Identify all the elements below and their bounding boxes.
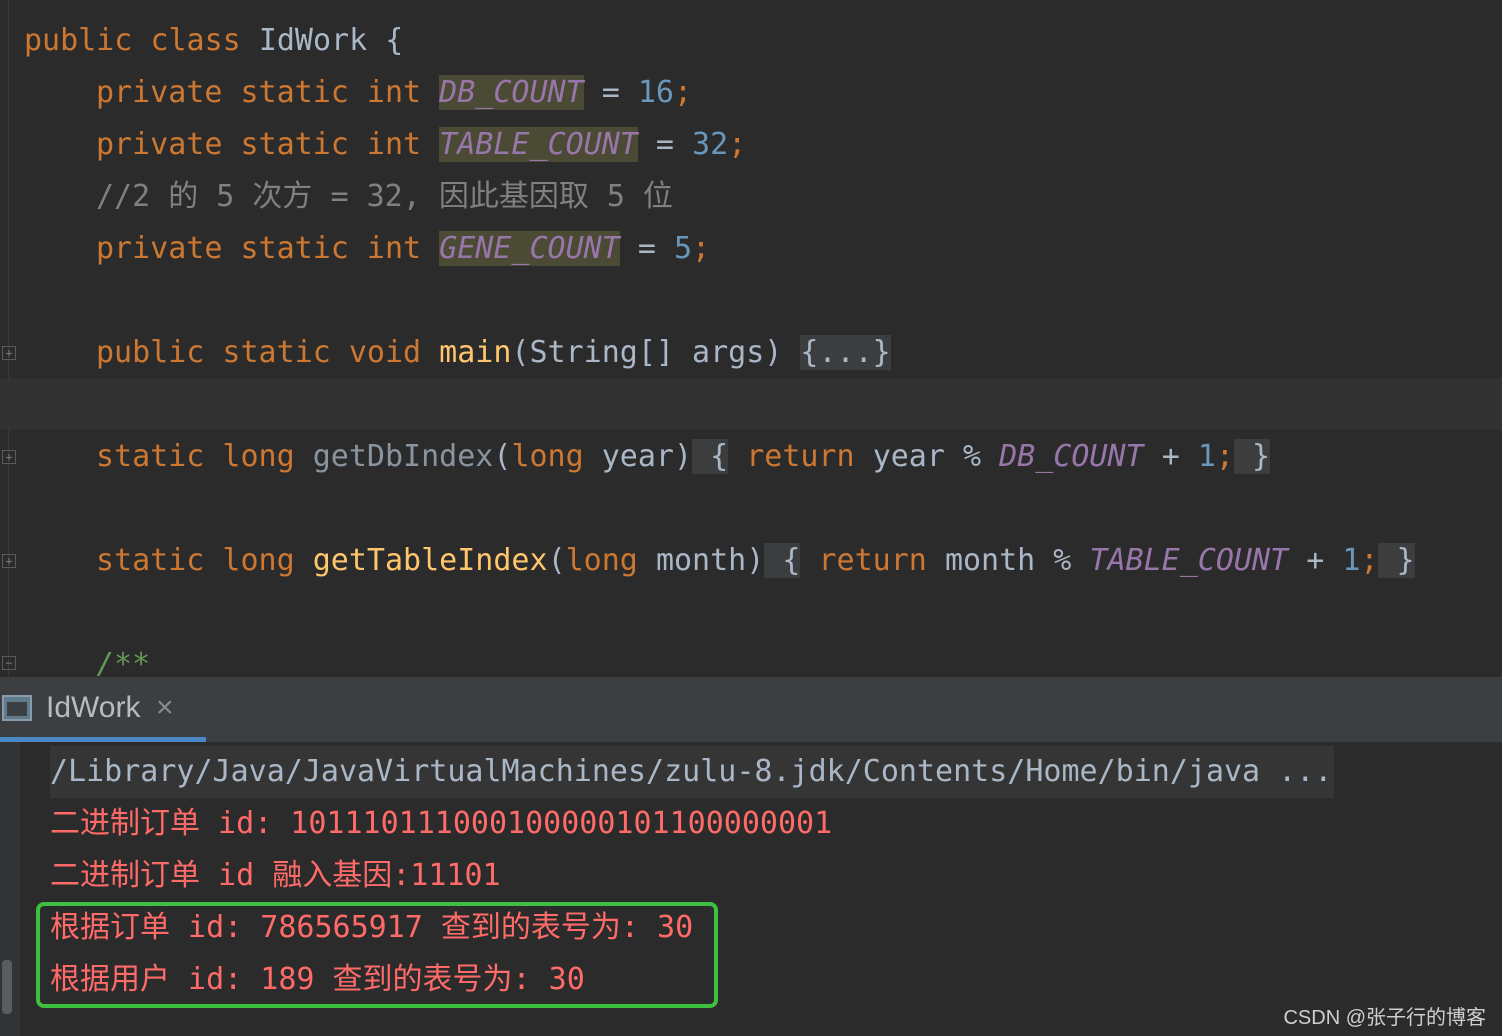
- semicolon: ;: [692, 231, 711, 266]
- keyword: return: [818, 543, 927, 578]
- operator: =: [601, 75, 620, 110]
- number-literal: 1: [1197, 439, 1216, 474]
- run-tab-label: IdWork: [46, 691, 141, 724]
- code-line[interactable]: private static int GENE_COUNT = 5;: [96, 223, 710, 275]
- number-literal: 16: [637, 75, 674, 110]
- keyword: static long: [96, 439, 295, 474]
- fold-toggle-icon[interactable]: +: [2, 450, 16, 464]
- keyword: public static void: [96, 335, 422, 370]
- keyword: return: [746, 439, 855, 474]
- code-line[interactable]: private static int DB_COUNT = 16;: [96, 67, 692, 119]
- paren: (: [547, 543, 566, 578]
- keyword: private static int: [96, 231, 422, 266]
- keyword: long: [511, 439, 584, 474]
- brace: {: [385, 23, 404, 58]
- number-literal: 5: [673, 231, 693, 266]
- semicolon: ;: [728, 127, 747, 162]
- close-icon[interactable]: ×: [156, 691, 174, 725]
- constant-name: GENE_COUNT: [439, 231, 620, 266]
- code-line[interactable]: public class IdWork {: [24, 15, 403, 67]
- console-output-line: 二进制订单 id 融入基因:11101: [50, 858, 501, 893]
- keyword: class: [150, 23, 241, 58]
- expression: month %: [944, 543, 1072, 578]
- code-comment[interactable]: //2 的 5 次方 = 32, 因此基因取 5 位: [96, 171, 673, 223]
- method-name: main: [439, 335, 512, 370]
- code-line[interactable]: private static int TABLE_COUNT = 32;: [96, 119, 746, 171]
- console-command-line[interactable]: /Library/Java/JavaVirtualMachines/zulu-8…: [50, 746, 1335, 798]
- run-console[interactable]: /Library/Java/JavaVirtualMachines/zulu-8…: [0, 742, 1502, 1036]
- constant-name: TABLE_COUNT: [439, 127, 638, 162]
- constant-name: DB_COUNT: [439, 75, 584, 110]
- highlight-box: [36, 902, 718, 1008]
- semicolon: ;: [1215, 439, 1234, 474]
- console-icon: [2, 695, 32, 721]
- fold-toggle-icon[interactable]: +: [2, 346, 16, 360]
- run-tab[interactable]: IdWork ×: [0, 677, 206, 743]
- operator: +: [1306, 543, 1325, 578]
- method-name: getDbIndex: [312, 439, 494, 474]
- number-literal: 32: [692, 127, 729, 162]
- keyword: private static int: [96, 127, 422, 162]
- console-gutter: [0, 742, 20, 1036]
- code-editor[interactable]: + + + − public class IdWork { private st…: [0, 0, 1502, 676]
- folded-brace[interactable]: }: [1233, 439, 1271, 474]
- keyword: private static int: [96, 75, 422, 110]
- parameter: month): [655, 543, 765, 578]
- semicolon: ;: [673, 75, 693, 110]
- parameter: year): [601, 439, 693, 474]
- fold-toggle-icon[interactable]: +: [2, 554, 16, 568]
- scrollbar-thumb[interactable]: [2, 960, 12, 1014]
- editor-gutter: [8, 0, 9, 676]
- run-tool-window-header: IdWork ×: [0, 676, 1502, 743]
- number-literal: 1: [1342, 543, 1361, 578]
- doc-comment[interactable]: /**: [96, 639, 150, 676]
- code-line[interactable]: static long getTableIndex(long month) { …: [96, 535, 1415, 587]
- operator: =: [655, 127, 674, 162]
- folded-body[interactable]: {...}: [800, 335, 891, 370]
- paren: (: [493, 439, 512, 474]
- constant-ref: DB_COUNT: [999, 439, 1144, 474]
- operator: +: [1161, 439, 1180, 474]
- folded-brace[interactable]: {: [764, 543, 801, 578]
- console-output-line: 二进制订单 id: 101110111000100000101100000001: [50, 806, 833, 841]
- keyword: long: [565, 543, 638, 578]
- fold-toggle-icon[interactable]: −: [2, 656, 16, 670]
- constant-ref: TABLE_COUNT: [1089, 543, 1289, 578]
- class-name: IdWork: [258, 23, 368, 58]
- parameter-list: (String[] args): [511, 335, 783, 370]
- operator: =: [637, 231, 656, 266]
- semicolon: ;: [1360, 543, 1379, 578]
- code-line[interactable]: static long getDbIndex(long year) { retu…: [96, 431, 1271, 483]
- expression: year %: [872, 439, 982, 474]
- folded-brace[interactable]: {: [692, 439, 729, 474]
- keyword: public: [24, 23, 133, 58]
- folded-brace[interactable]: }: [1378, 543, 1415, 578]
- current-line-highlight: [0, 378, 1502, 430]
- keyword: static long: [96, 543, 295, 578]
- method-name: getTableIndex: [312, 543, 548, 578]
- watermark: CSDN @张子行的博客: [1283, 1007, 1486, 1029]
- code-line[interactable]: public static void main(String[] args) {…: [96, 327, 891, 379]
